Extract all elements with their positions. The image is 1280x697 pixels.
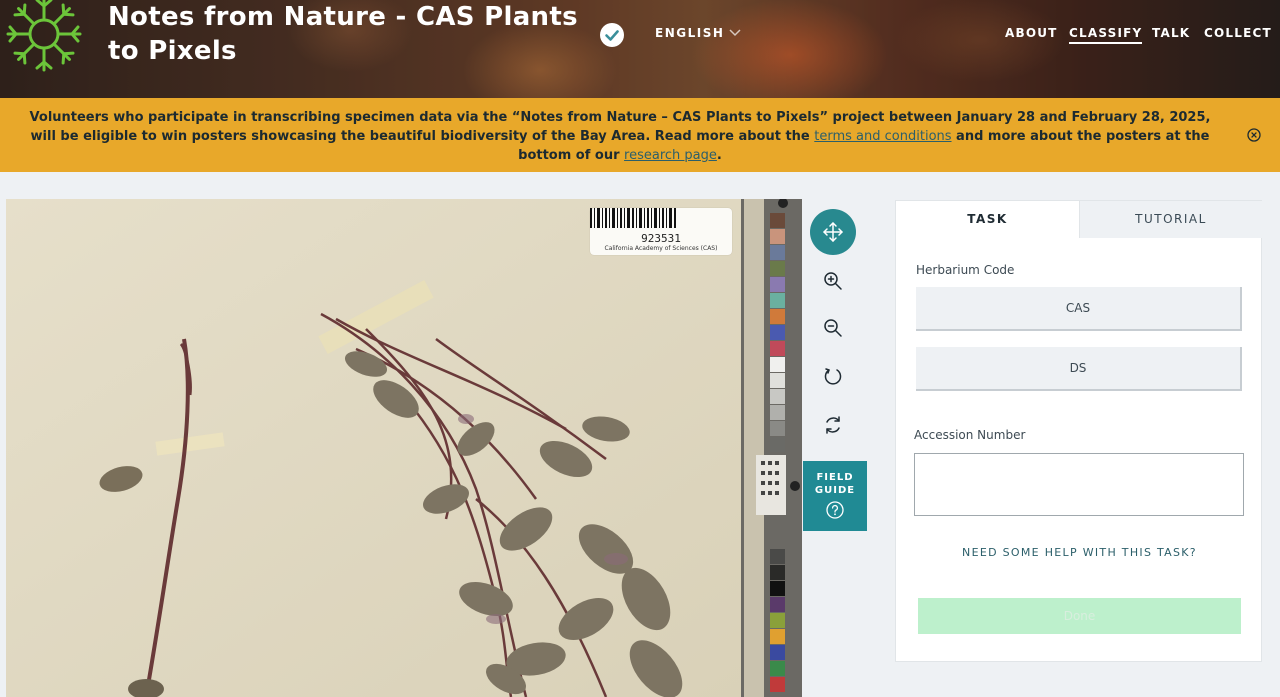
project-header: Notes from Nature - CAS Plants to Pixels… [0,0,1280,98]
barcode-number: 923531 [641,232,681,245]
reset-icon [826,416,840,434]
banner-text-end: . [716,148,722,163]
nav-about[interactable]: ABOUT [1005,26,1058,40]
herbarium-option-cas[interactable]: CAS [916,287,1242,331]
zoom-out-button[interactable] [810,305,856,351]
field-guide-button[interactable]: FIELD GUIDE [803,461,867,531]
herbarium-code-label: Herbarium Code [916,263,1015,277]
move-button[interactable] [810,209,856,255]
barcode-institution: California Academy of Sciences (CAS) [604,245,718,252]
announcement-banner: Volunteers who participate in transcribi… [0,98,1280,172]
zoom-in-icon [824,272,842,290]
research-page-link[interactable]: research page [624,148,717,163]
task-help-link[interactable]: NEED SOME HELP WITH THIS TASK? [896,546,1263,559]
field-guide-label-line1: FIELD [816,472,854,483]
field-guide-label-line2: GUIDE [814,485,856,496]
project-title[interactable]: Notes from Nature - CAS Plants to Pixels [108,0,598,68]
barcode-icon [590,208,676,228]
rotate-button[interactable] [810,353,856,399]
barcode-label: 923531 California Academy of Sciences (C… [590,208,732,255]
move-icon [823,222,843,242]
tab-tutorial[interactable]: TUTORIAL [1079,201,1262,238]
reset-button[interactable] [810,402,856,448]
verified-badge-icon [600,23,624,47]
subject-viewer[interactable]: 923531 California Academy of Sciences (C… [6,199,802,697]
zoom-in-button[interactable] [810,258,856,304]
project-logo-icon[interactable] [4,0,84,74]
color-calibration-strip [741,199,802,697]
close-icon[interactable] [1247,128,1261,142]
task-panel: TASK TUTORIAL Herbarium Code CAS DS Acce… [895,200,1262,662]
accession-number-label: Accession Number [914,428,1026,442]
herbarium-option-ds[interactable]: DS [916,347,1242,391]
chevron-down-icon[interactable] [728,28,742,38]
question-icon [826,501,844,519]
language-selector[interactable]: ENGLISH [655,26,724,40]
nav-collect[interactable]: COLLECT [1204,26,1272,40]
rotate-icon [824,368,842,385]
nav-talk[interactable]: TALK [1152,26,1190,40]
terms-link[interactable]: terms and conditions [814,129,951,144]
zoom-out-icon [824,319,842,337]
accession-number-input[interactable] [914,453,1244,516]
done-button[interactable]: Done [918,598,1241,634]
tab-task[interactable]: TASK [896,201,1079,238]
image-toolbar: FIELD GUIDE [803,199,867,697]
specimen-image[interactable] [6,199,802,697]
nav-classify[interactable]: CLASSIFY [1069,26,1143,44]
